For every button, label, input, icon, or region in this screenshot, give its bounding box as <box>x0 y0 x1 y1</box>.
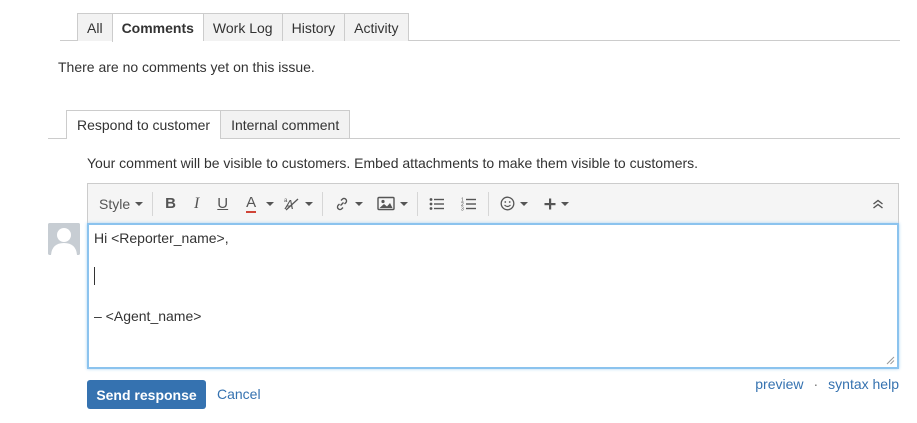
tab-history[interactable]: History <box>281 13 345 41</box>
link-dropdown[interactable] <box>326 190 371 218</box>
text-color-icon: A <box>246 193 257 213</box>
text-color-button[interactable]: A <box>237 190 262 218</box>
image-icon <box>377 196 395 211</box>
tab-activity[interactable]: Activity <box>344 13 409 41</box>
svg-text:3: 3 <box>461 206 464 211</box>
plus-icon <box>544 198 556 209</box>
toolbar-separator <box>488 191 490 216</box>
bold-button[interactable]: B <box>156 190 185 218</box>
double-chevron-up-icon <box>873 199 883 209</box>
clear-formatting-dropdown[interactable]: A a <box>278 190 319 218</box>
toolbar-separator <box>322 191 324 216</box>
send-response-button[interactable]: Send response <box>87 380 206 409</box>
editor-signature-line: – <Agent_name> <box>94 308 202 324</box>
link-icon <box>336 197 348 210</box>
preview-link[interactable]: preview <box>755 376 803 392</box>
insert-more-dropdown[interactable] <box>536 190 577 218</box>
clear-formatting-icon: A a <box>284 197 299 212</box>
emoticon-dropdown[interactable] <box>492 190 536 218</box>
resize-handle-icon[interactable] <box>886 356 895 365</box>
tab-comments[interactable]: Comments <box>111 13 203 42</box>
numbered-list-button[interactable]: 1 2 3 <box>453 190 485 218</box>
style-dropdown[interactable]: Style <box>88 190 149 218</box>
image-dropdown[interactable] <box>371 190 414 218</box>
text-color-dropdown[interactable] <box>262 190 278 218</box>
editor-greeting-line: Hi <Reporter_name>, <box>94 230 229 246</box>
bullet-list-icon <box>429 197 445 210</box>
no-comments-message: There are no comments yet on this issue. <box>58 59 315 75</box>
cancel-link[interactable]: Cancel <box>217 386 261 402</box>
comment-editor[interactable]: Hi <Reporter_name>, – <Agent_name> <box>87 223 899 369</box>
visibility-note: Your comment will be visible to customer… <box>87 155 699 171</box>
tab-internal-comment[interactable]: Internal comment <box>220 110 351 138</box>
chevron-down-icon <box>355 201 364 206</box>
chevron-down-icon <box>305 201 314 206</box>
collapse-toolbar-button[interactable] <box>858 190 898 218</box>
tab-work-log[interactable]: Work Log <box>202 13 282 41</box>
chevron-down-icon <box>561 201 570 206</box>
chevron-down-icon <box>520 201 529 206</box>
italic-button[interactable]: I <box>185 190 208 218</box>
chevron-down-icon <box>266 201 275 206</box>
issue-activity-tabs: All Comments Work Log History Activity <box>77 13 409 42</box>
editor-toolbar: Style B I U A A a 1 2 3 <box>87 183 899 223</box>
chevron-down-icon <box>135 201 144 206</box>
tab-all[interactable]: All <box>77 13 112 41</box>
toolbar-separator <box>417 191 419 216</box>
underline-button[interactable]: U <box>208 190 237 218</box>
tab-respond-to-customer[interactable]: Respond to customer <box>66 110 221 139</box>
bullet-list-button[interactable] <box>421 190 453 218</box>
text-cursor <box>94 267 95 285</box>
link-separator: · <box>813 376 819 392</box>
editor-links: preview · syntax help <box>755 376 899 392</box>
chevron-down-icon <box>400 201 409 206</box>
numbered-list-icon: 1 2 3 <box>461 197 477 211</box>
user-avatar-icon <box>48 223 80 255</box>
style-label: Style <box>99 195 131 212</box>
avatar <box>48 223 80 255</box>
toolbar-separator <box>152 191 154 216</box>
syntax-help-link[interactable]: syntax help <box>828 376 899 392</box>
smiley-icon <box>500 196 515 211</box>
comment-type-tabs: Respond to customer Internal comment <box>66 110 351 139</box>
